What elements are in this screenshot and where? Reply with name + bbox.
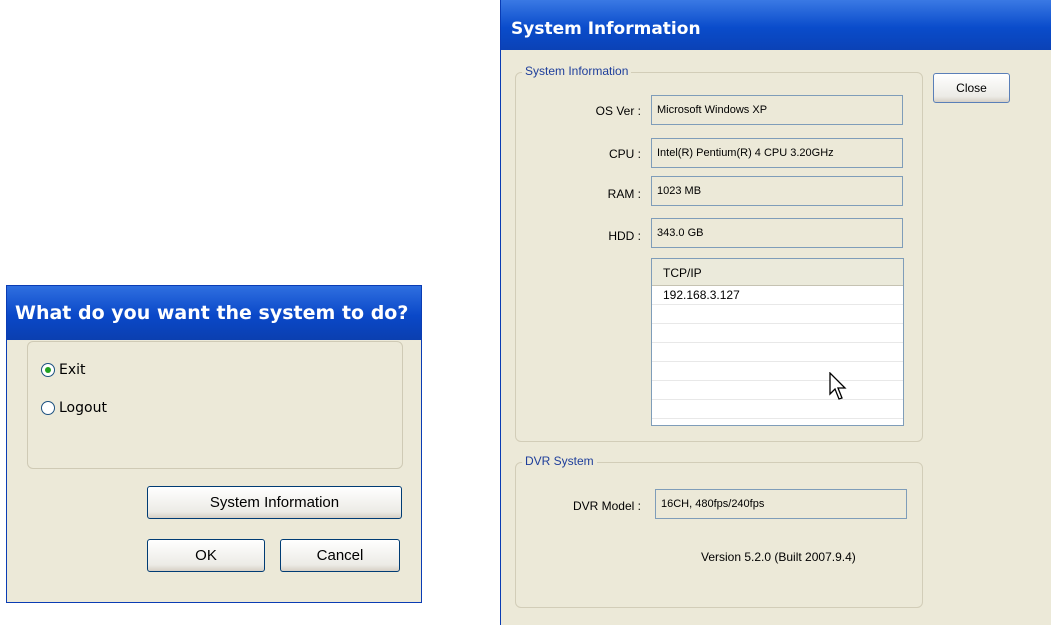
radio-logout-label: Logout xyxy=(59,400,107,416)
ram-label: RAM : xyxy=(607,187,641,201)
os-version-label: OS Ver : xyxy=(595,104,641,118)
tcpip-list-header[interactable]: TCP/IP xyxy=(652,259,903,286)
dvr-system-group: DVR System xyxy=(515,454,923,608)
hdd-label: HDD : xyxy=(608,229,641,243)
system-information-window: System Information Close System Informat… xyxy=(500,0,1051,625)
dvr-model-field: 16CH, 480fps/240fps xyxy=(655,489,907,519)
exit-dialog-title: What do you want the system to do? xyxy=(7,286,421,340)
radio-exit[interactable]: Exit xyxy=(41,362,86,378)
list-item[interactable] xyxy=(652,305,903,324)
radio-unselected-icon xyxy=(41,401,55,415)
exit-dialog: What do you want the system to do? Exit … xyxy=(6,285,422,603)
close-button[interactable]: Close xyxy=(933,73,1010,103)
tcpip-list[interactable]: TCP/IP 192.168.3.127 xyxy=(651,258,904,426)
ok-button-label: OK xyxy=(195,547,217,564)
os-version-field: Microsoft Windows XP xyxy=(651,95,903,125)
dvr-model-label: DVR Model : xyxy=(572,499,641,513)
radio-selected-icon xyxy=(41,363,55,377)
list-item[interactable] xyxy=(652,324,903,343)
ram-field: 1023 MB xyxy=(651,176,903,206)
radio-exit-label: Exit xyxy=(59,362,86,378)
hdd-field: 343.0 GB xyxy=(651,218,903,248)
system-information-button-label: System Information xyxy=(209,494,340,511)
list-item[interactable] xyxy=(652,381,903,400)
system-information-legend: System Information xyxy=(522,64,632,78)
list-item[interactable] xyxy=(652,400,903,419)
cancel-button[interactable]: Cancel xyxy=(280,539,400,572)
list-item[interactable] xyxy=(652,343,903,362)
list-item[interactable]: 192.168.3.127 xyxy=(652,286,903,305)
dvr-system-legend: DVR System xyxy=(522,454,597,468)
list-item[interactable] xyxy=(652,362,903,381)
radio-logout[interactable]: Logout xyxy=(41,400,107,416)
window-title: System Information xyxy=(501,0,1051,50)
version-text: Version 5.2.0 (Built 2007.9.4) xyxy=(701,550,856,564)
ok-button[interactable]: OK xyxy=(147,539,265,572)
mouse-pointer-icon xyxy=(829,372,847,400)
system-information-button[interactable]: System Information xyxy=(147,486,402,519)
cpu-field: Intel(R) Pentium(R) 4 CPU 3.20GHz xyxy=(651,138,903,168)
close-button-label: Close xyxy=(956,81,987,95)
cpu-label: CPU : xyxy=(608,147,641,161)
cancel-button-label: Cancel xyxy=(316,547,364,564)
